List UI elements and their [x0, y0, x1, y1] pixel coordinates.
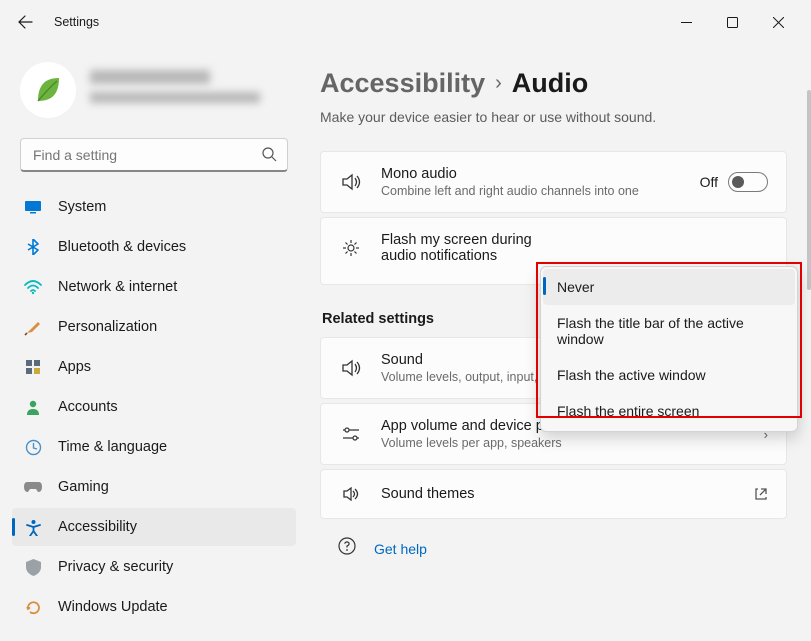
- sidebar-item-privacy[interactable]: Privacy & security: [12, 548, 296, 586]
- avatar: [20, 62, 76, 118]
- back-arrow-icon: [17, 14, 33, 30]
- person-icon: [24, 398, 42, 416]
- nav-label: Time & language: [58, 439, 167, 455]
- card-title: Mono audio: [381, 166, 700, 182]
- close-icon: [773, 17, 784, 28]
- breadcrumb: Accessibility › Audio: [320, 68, 787, 99]
- back-button[interactable]: [10, 7, 40, 37]
- card-mono-audio[interactable]: Mono audio Combine left and right audio …: [320, 151, 787, 213]
- card-title: Sound themes: [381, 486, 754, 502]
- minimize-icon: [681, 17, 692, 28]
- nav-label: Apps: [58, 359, 91, 375]
- sound-themes-icon: [339, 484, 363, 504]
- window-controls: [663, 6, 801, 38]
- card-subtitle: Volume levels per app, speakers: [381, 436, 764, 450]
- minimize-button[interactable]: [663, 6, 709, 38]
- accessibility-icon: [24, 518, 42, 536]
- external-link-icon: [754, 487, 768, 501]
- mixer-icon: [339, 424, 363, 444]
- user-info: [90, 70, 260, 111]
- user-name-redacted: [90, 70, 210, 84]
- leaf-icon: [31, 73, 65, 107]
- dropdown-option-titlebar[interactable]: Flash the title bar of the active window: [543, 305, 795, 357]
- clock-globe-icon: [24, 438, 42, 456]
- nav-label: Accounts: [58, 399, 118, 415]
- help-icon: [338, 537, 356, 560]
- card-sound-themes[interactable]: Sound themes: [320, 469, 787, 519]
- nav-label: Gaming: [58, 479, 109, 495]
- sidebar-item-apps[interactable]: Apps: [12, 348, 296, 386]
- card-body: Sound themes: [381, 486, 754, 502]
- sidebar-item-update[interactable]: Windows Update: [12, 588, 296, 626]
- settings-window: Settings: [0, 0, 811, 641]
- page-subtitle: Make your device easier to hear or use w…: [320, 109, 787, 125]
- sidebar-item-bluetooth[interactable]: Bluetooth & devices: [12, 228, 296, 266]
- nav-label: Network & internet: [58, 279, 177, 295]
- close-button[interactable]: [755, 6, 801, 38]
- user-profile[interactable]: [12, 54, 296, 136]
- nav-label: Accessibility: [58, 519, 137, 535]
- search-input[interactable]: [20, 138, 288, 172]
- user-email-redacted: [90, 92, 260, 103]
- sidebar-item-system[interactable]: System: [12, 188, 296, 226]
- nav-label: System: [58, 199, 106, 215]
- nav-label: Personalization: [58, 319, 157, 335]
- sidebar-item-time[interactable]: Time & language: [12, 428, 296, 466]
- sidebar-item-accessibility[interactable]: Accessibility: [12, 508, 296, 546]
- maximize-button[interactable]: [709, 6, 755, 38]
- nav-label: Windows Update: [58, 599, 168, 615]
- speaker-icon: [339, 358, 363, 378]
- page-title: Audio: [512, 68, 588, 99]
- card-body: Mono audio Combine left and right audio …: [381, 166, 700, 198]
- search-icon: [262, 147, 277, 167]
- toggle-label: Off: [700, 174, 718, 190]
- bluetooth-icon: [24, 238, 42, 256]
- shield-icon: [24, 558, 42, 576]
- get-help-row[interactable]: Get help: [320, 523, 787, 574]
- breadcrumb-parent[interactable]: Accessibility: [320, 68, 485, 99]
- update-icon: [24, 598, 42, 616]
- sidebar-item-gaming[interactable]: Gaming: [12, 468, 296, 506]
- sidebar: System Bluetooth & devices Network & int…: [0, 44, 300, 641]
- sidebar-item-personalization[interactable]: Personalization: [12, 308, 296, 346]
- window-title: Settings: [54, 15, 99, 29]
- card-subtitle: Combine left and right audio channels in…: [381, 184, 700, 198]
- dropdown-option-active-window[interactable]: Flash the active window: [543, 357, 795, 393]
- nav-label: Bluetooth & devices: [58, 239, 186, 255]
- get-help-link[interactable]: Get help: [374, 541, 427, 557]
- nav-label: Privacy & security: [58, 559, 173, 575]
- paintbrush-icon: [24, 318, 42, 336]
- mono-audio-toggle[interactable]: [728, 172, 768, 192]
- nav: System Bluetooth & devices Network & int…: [12, 188, 296, 626]
- dropdown-option-entire-screen[interactable]: Flash the entire screen: [543, 393, 795, 429]
- card-title: Flash my screen during audio notificatio…: [381, 232, 541, 264]
- chevron-right-icon: ›: [495, 72, 502, 95]
- toggle-knob: [732, 176, 744, 188]
- dropdown-option-never[interactable]: Never: [543, 269, 795, 305]
- sidebar-item-network[interactable]: Network & internet: [12, 268, 296, 306]
- titlebar: Settings: [0, 0, 811, 44]
- sidebar-item-accounts[interactable]: Accounts: [12, 388, 296, 426]
- gamepad-icon: [24, 478, 42, 496]
- flash-screen-dropdown: Never Flash the title bar of the active …: [540, 266, 798, 432]
- search-container: [20, 138, 288, 172]
- monitor-icon: [24, 198, 42, 216]
- card-right: Off: [700, 172, 768, 192]
- card-body: Flash my screen during audio notificatio…: [381, 232, 768, 264]
- speaker-icon: [339, 172, 363, 192]
- maximize-icon: [727, 17, 738, 28]
- wifi-icon: [24, 278, 42, 296]
- apps-icon: [24, 358, 42, 376]
- scrollbar[interactable]: [807, 90, 811, 290]
- flash-icon: [339, 238, 363, 258]
